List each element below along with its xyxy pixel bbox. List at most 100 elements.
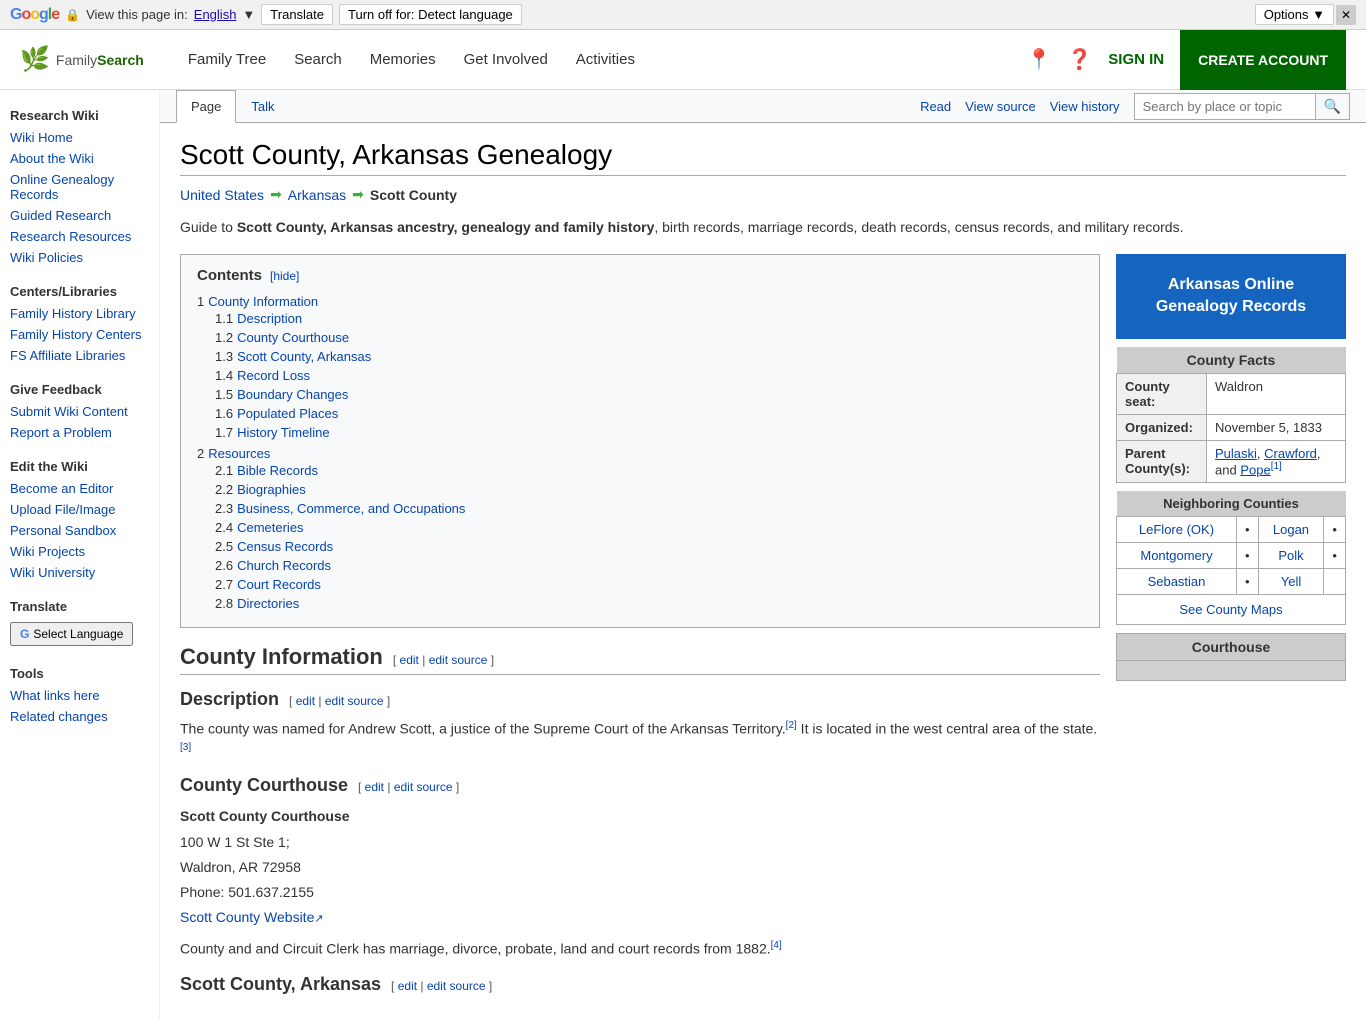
nav-memories[interactable]: Memories — [356, 30, 450, 90]
toc-link-record-loss[interactable]: Record Loss — [237, 368, 310, 383]
edit-description[interactable]: edit — [296, 694, 315, 708]
breadcrumb-current: Scott County — [370, 187, 457, 203]
toc-link-cemeteries[interactable]: Cemeteries — [237, 520, 303, 535]
help-icon[interactable]: ❓ — [1067, 47, 1092, 72]
sidebar-item-about[interactable]: About the Wiki — [0, 148, 159, 169]
turn-off-button[interactable]: Turn off for: Detect language — [339, 4, 522, 25]
page-tabs: Page Talk Read View source View history … — [160, 90, 1366, 123]
parent-pulaski-link[interactable]: Pulaski — [1215, 446, 1257, 461]
sidebar-item-wiki-home[interactable]: Wiki Home — [0, 127, 159, 148]
tab-page[interactable]: Page — [176, 90, 236, 123]
toc-link-resources[interactable]: Resources — [208, 446, 270, 461]
main-nav: Family Tree Search Memories Get Involved… — [174, 30, 649, 90]
nav-search[interactable]: Search — [280, 30, 356, 90]
toc-link-biographies[interactable]: Biographies — [237, 482, 306, 497]
toc-link-populated[interactable]: Populated Places — [237, 406, 338, 421]
toc-link-description[interactable]: Description — [237, 311, 302, 326]
sidebar-item-fhc[interactable]: Family History Centers — [0, 324, 159, 345]
sidebar-item-report[interactable]: Report a Problem — [0, 422, 159, 443]
sidebar-item-policies[interactable]: Wiki Policies — [0, 247, 159, 268]
create-account-button[interactable]: CREATE ACCOUNT — [1180, 30, 1346, 90]
edit-county-info[interactable]: edit — [400, 653, 419, 667]
toc-link-business[interactable]: Business, Commerce, and Occupations — [237, 501, 465, 516]
sidebar-item-guided[interactable]: Guided Research — [0, 205, 159, 226]
polk-link[interactable]: Polk — [1278, 548, 1303, 563]
content-right: Arkansas Online Genealogy Records County… — [1116, 254, 1346, 1003]
action-view-history[interactable]: View history — [1050, 99, 1120, 114]
content-left: Contents [hide] 1County Information 1.1D… — [180, 254, 1100, 1003]
edit-source-scott-county[interactable]: edit source — [427, 979, 486, 993]
description-paragraph: The county was named for Andrew Scott, a… — [180, 718, 1100, 761]
edit-source-description[interactable]: edit source — [325, 694, 384, 708]
toc-link-bible[interactable]: Bible Records — [237, 463, 318, 478]
parent-crawford-link[interactable]: Crawford — [1264, 446, 1317, 461]
toc-link-history[interactable]: History Timeline — [237, 425, 329, 440]
translate-button[interactable]: Translate — [261, 4, 333, 25]
translate-bar: Google 🔒 View this page in: English▼ Tra… — [0, 0, 1366, 30]
breadcrumb-arkansas[interactable]: Arkansas — [288, 187, 346, 203]
logan-link[interactable]: Logan — [1273, 522, 1309, 537]
sidebar-item-related[interactable]: Related changes — [0, 706, 159, 727]
search-button[interactable]: 🔍 — [1315, 94, 1349, 119]
edit-scott-county[interactable]: edit — [398, 979, 417, 993]
edit-source-county-info[interactable]: edit source — [429, 653, 488, 667]
courthouse-website-link[interactable]: Scott County Website — [180, 909, 324, 925]
toc-link-church[interactable]: Church Records — [237, 558, 331, 573]
toc-link-scott-county[interactable]: Scott County, Arkansas — [237, 349, 371, 364]
sidebar-item-become-editor[interactable]: Become an Editor — [0, 478, 159, 499]
nav-get-involved[interactable]: Get Involved — [450, 30, 562, 90]
sidebar-item-submit[interactable]: Submit Wiki Content — [0, 401, 159, 422]
subsection-description: Description [ edit | edit source ] — [180, 689, 1100, 710]
location-icon[interactable]: 📍 — [1026, 47, 1051, 72]
sebastian-link[interactable]: Sebastian — [1148, 574, 1206, 589]
logo[interactable]: 🌿 FamilySearch — [20, 45, 144, 74]
courthouse-description: County and and Circuit Clerk has marriag… — [180, 938, 1100, 960]
sidebar-item-upload[interactable]: Upload File/Image — [0, 499, 159, 520]
arkansas-records-button[interactable]: Arkansas Online Genealogy Records — [1116, 254, 1346, 339]
sidebar-item-university[interactable]: Wiki University — [0, 562, 159, 583]
language-link[interactable]: English — [194, 7, 237, 22]
breadcrumb: United States ➡ Arkansas ➡ Scott County — [180, 186, 1346, 203]
yell-link[interactable]: Yell — [1281, 574, 1301, 589]
sidebar-item-what-links[interactable]: What links here — [0, 685, 159, 706]
edit-courthouse[interactable]: edit — [365, 780, 384, 794]
toc-link-court[interactable]: Court Records — [237, 577, 321, 592]
nav-family-tree[interactable]: Family Tree — [174, 30, 280, 90]
county-facts-header: County Facts — [1117, 347, 1346, 374]
edit-source-courthouse[interactable]: edit source — [394, 780, 453, 794]
search-input[interactable] — [1135, 95, 1315, 118]
see-county-maps-link[interactable]: See County Maps — [1122, 600, 1340, 619]
sidebar-item-online-records[interactable]: Online Genealogy Records — [0, 169, 159, 205]
select-language-button[interactable]: G Select Language — [10, 622, 133, 646]
sidebar-item-resources[interactable]: Research Resources — [0, 226, 159, 247]
toc-link-directories[interactable]: Directories — [237, 596, 299, 611]
header-right: 📍 ❓ SIGN IN CREATE ACCOUNT — [1026, 30, 1346, 90]
action-view-source[interactable]: View source — [965, 99, 1036, 114]
toc-link-county-info[interactable]: County Information — [208, 294, 318, 309]
options-button[interactable]: Options ▼ — [1255, 4, 1334, 25]
action-read[interactable]: Read — [920, 99, 951, 114]
close-button[interactable]: ✕ — [1336, 5, 1356, 25]
page-layout: Research Wiki Wiki Home About the Wiki O… — [0, 90, 1366, 1019]
county-seat-label: County seat: — [1117, 373, 1207, 414]
sidebar-item-fhl[interactable]: Family History Library — [0, 303, 159, 324]
breadcrumb-us[interactable]: United States — [180, 187, 264, 203]
toc-hide-button[interactable]: [hide] — [270, 269, 299, 283]
parent-pope-link[interactable]: Pope — [1240, 462, 1270, 477]
sidebar-item-projects[interactable]: Wiki Projects — [0, 541, 159, 562]
content-area: Page Talk Read View source View history … — [160, 90, 1366, 1019]
sign-in-button[interactable]: SIGN IN — [1108, 51, 1164, 68]
leflore-link[interactable]: LeFlore (OK) — [1139, 522, 1214, 537]
arrow-icon-1: ➡ — [270, 186, 282, 203]
view-text: View this page in: — [86, 7, 188, 22]
toc-list: 1County Information 1.1Description 1.2Co… — [197, 292, 1083, 615]
nav-activities[interactable]: Activities — [562, 30, 649, 90]
sidebar-item-sandbox[interactable]: Personal Sandbox — [0, 520, 159, 541]
sidebar-item-affiliate[interactable]: FS Affiliate Libraries — [0, 345, 159, 366]
toc-link-census[interactable]: Census Records — [237, 539, 333, 554]
toc-link-boundary[interactable]: Boundary Changes — [237, 387, 348, 402]
montgomery-link[interactable]: Montgomery — [1140, 548, 1212, 563]
toc-link-courthouse[interactable]: County Courthouse — [237, 330, 349, 345]
organized-value: November 5, 1833 — [1207, 414, 1346, 440]
tab-talk[interactable]: Talk — [236, 90, 289, 123]
